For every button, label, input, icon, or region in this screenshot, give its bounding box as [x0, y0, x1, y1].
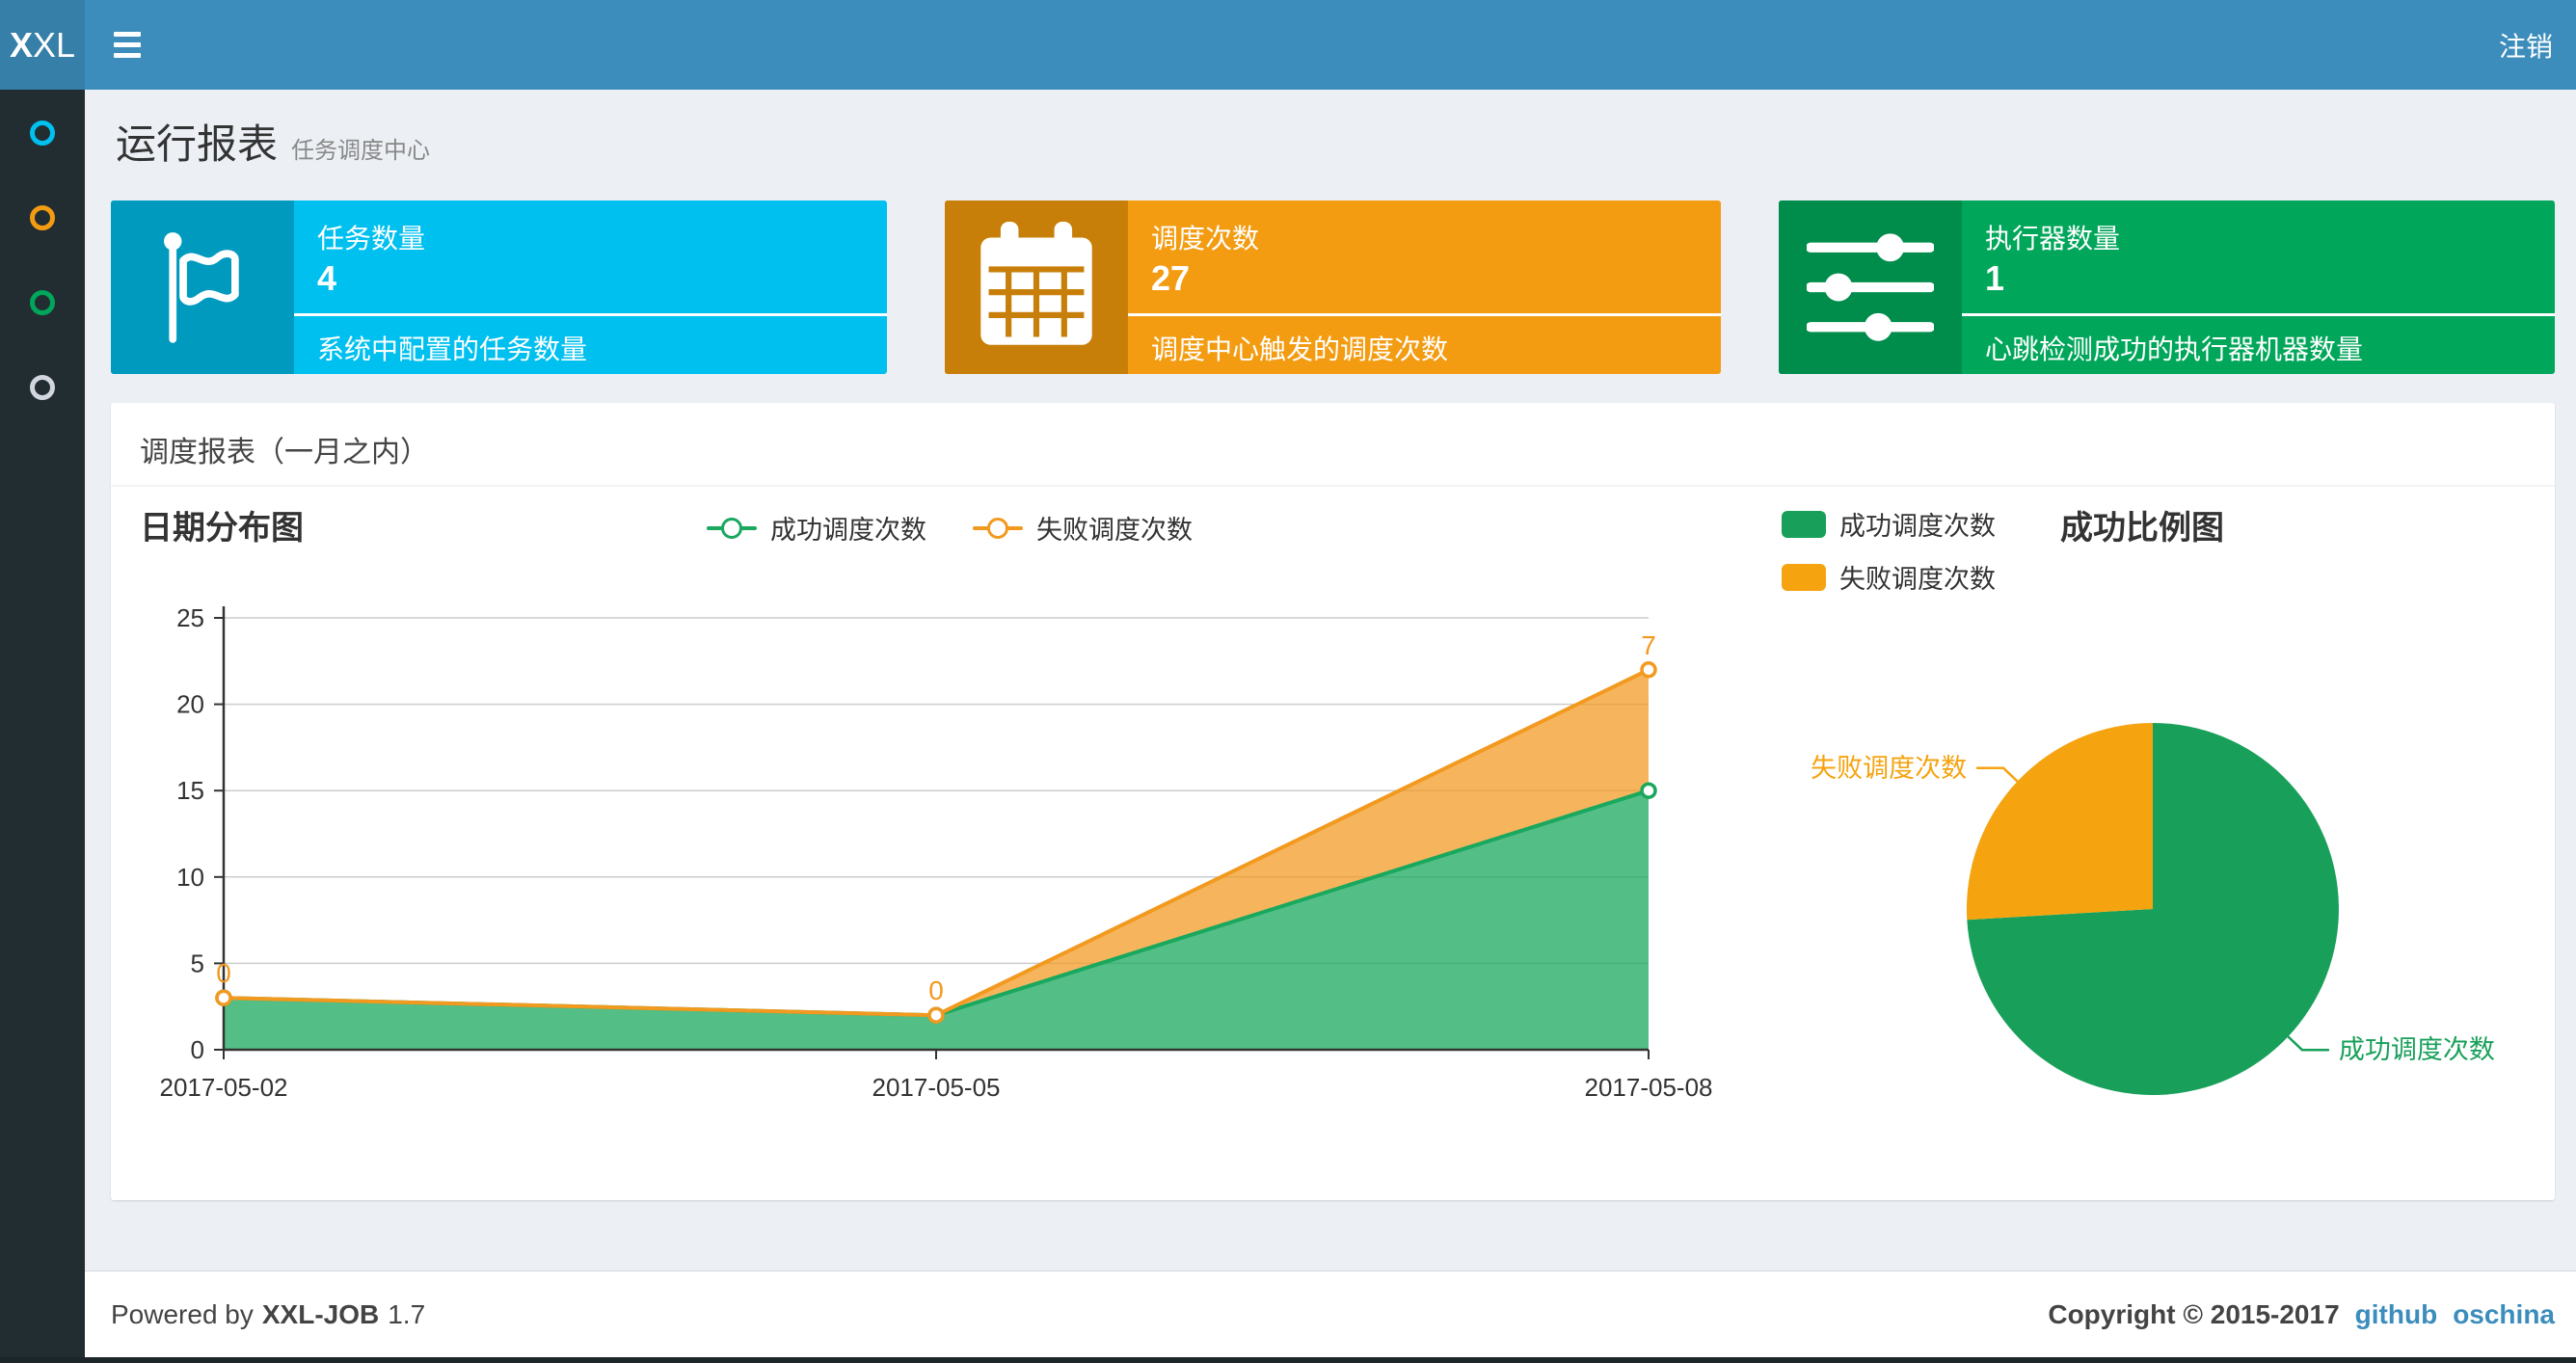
legend-label: 失败调度次数	[1036, 516, 1193, 545]
legend-label: 失败调度次数	[1839, 565, 1996, 594]
sidebar	[0, 90, 85, 1363]
version: 1.7	[388, 1298, 426, 1329]
svg-text:0: 0	[191, 1035, 204, 1064]
footer-copyright: Copyright © 2015-2017 github oschina	[2048, 1271, 2555, 1357]
divider	[1128, 313, 1721, 316]
divider	[1962, 313, 2555, 316]
logo-text: XL	[32, 24, 76, 65]
pie-series-swatch	[1782, 563, 1826, 591]
oschina-link[interactable]: oschina	[2453, 1299, 2555, 1330]
legend-item-success[interactable]: 成功调度次数	[707, 509, 926, 547]
info-box-value: 4	[317, 258, 337, 298]
line-chart-legend: 成功调度次数 失败调度次数	[707, 509, 1193, 547]
report-panel: 调度报表（一月之内） 日期分布图 成功调度次数 失败调度次数 0 5 10 15 20 2…	[111, 403, 2555, 1200]
svg-text:0: 0	[216, 958, 231, 988]
svg-text:2017-05-02: 2017-05-02	[160, 1073, 288, 1102]
svg-text:5: 5	[191, 949, 204, 977]
legend-label: 成功调度次数	[1839, 512, 1996, 541]
logout-link[interactable]: 注销	[2499, 0, 2553, 90]
legend-item-success[interactable]: 成功调度次数	[1782, 505, 1996, 543]
pie-chart-legend: 成功调度次数 失败调度次数	[1782, 505, 1996, 596]
svg-text:10: 10	[176, 863, 204, 892]
bottom-strip	[0, 1357, 2576, 1363]
svg-text:2017-05-08: 2017-05-08	[1585, 1073, 1713, 1102]
line-series-marker	[973, 517, 1023, 539]
calendar-icon	[945, 200, 1128, 374]
info-box-executors: 执行器数量 1 心跳检测成功的执行器机器数量	[1779, 200, 2555, 374]
logo-text-bold: X	[9, 24, 33, 65]
app: X XL 注销 运行报表 任务调度中心 任务数量 4 系统中配置的任务数量 调度…	[0, 0, 2576, 1363]
panel-title: 调度报表（一月之内）	[140, 437, 429, 468]
legend-item-fail[interactable]: 失败调度次数	[973, 509, 1193, 547]
github-link[interactable]: github	[2355, 1299, 2438, 1330]
info-box-content: 调度次数 27 调度中心触发的调度次数	[1128, 200, 1721, 374]
info-box-label: 调度次数	[1151, 224, 1260, 254]
footer-powered-by: Powered by XXL-JOB 1.7	[111, 1271, 425, 1357]
footer: Powered by XXL-JOB 1.7 Copyright © 2015-…	[85, 1270, 2576, 1357]
svg-text:20: 20	[176, 690, 204, 719]
menu-toggle-icon[interactable]	[96, 0, 158, 90]
info-box-triggers: 调度次数 27 调度中心触发的调度次数	[945, 200, 1721, 374]
copyright-text: Copyright © 2015-2017	[2048, 1298, 2340, 1329]
info-boxes-row: 任务数量 4 系统中配置的任务数量 调度次数 27 调度中心触发的调度次数 执行…	[111, 200, 2555, 374]
logo[interactable]: X XL	[0, 0, 85, 90]
navbar: X XL 注销	[0, 0, 2576, 90]
info-box-jobs: 任务数量 4 系统中配置的任务数量	[111, 200, 887, 374]
sidebar-item[interactable]	[23, 375, 62, 400]
info-box-description: 心跳检测成功的执行器机器数量	[1985, 334, 2364, 364]
circle-icon	[30, 375, 55, 400]
info-box-content: 执行器数量 1 心跳检测成功的执行器机器数量	[1962, 200, 2555, 374]
svg-text:0: 0	[928, 975, 944, 1005]
page-header: 运行报表 任务调度中心	[116, 112, 430, 171]
info-box-value: 1	[1985, 258, 2005, 298]
page-title: 运行报表	[116, 121, 279, 167]
info-box-value: 27	[1151, 258, 1191, 298]
circle-icon	[30, 120, 55, 146]
page-subtitle: 任务调度中心	[291, 138, 431, 164]
svg-text:2017-05-05: 2017-05-05	[872, 1073, 1001, 1102]
powered-prefix: Powered by	[111, 1298, 254, 1329]
brand-name: XXL-JOB	[261, 1298, 380, 1329]
circle-icon	[30, 290, 55, 315]
info-box-content: 任务数量 4 系统中配置的任务数量	[294, 200, 887, 374]
circle-icon	[30, 205, 55, 230]
pie-chart-title: 成功比例图	[2060, 510, 2224, 547]
line-chart-title: 日期分布图	[140, 510, 304, 547]
info-box-label: 任务数量	[317, 224, 426, 254]
sidebar-item[interactable]	[23, 205, 62, 230]
pie-series-swatch	[1782, 510, 1826, 538]
divider	[111, 485, 2555, 487]
divider	[294, 313, 887, 316]
sliders-icon	[1779, 200, 1962, 374]
legend-label: 成功调度次数	[770, 516, 926, 545]
flag-icon	[111, 200, 294, 374]
svg-text:7: 7	[1641, 630, 1656, 660]
line-series-marker	[707, 517, 757, 539]
sidebar-item[interactable]	[23, 290, 62, 315]
svg-text:25: 25	[176, 603, 204, 632]
pie-chart: 成功调度次数 失败调度次数	[1811, 723, 2495, 1095]
info-box-label: 执行器数量	[1985, 224, 2121, 254]
legend-item-fail[interactable]: 失败调度次数	[1782, 558, 1996, 596]
info-box-description: 系统中配置的任务数量	[317, 334, 588, 364]
sidebar-item[interactable]	[23, 120, 62, 146]
svg-text:失败调度次数: 失败调度次数	[1811, 754, 1967, 783]
info-box-description: 调度中心触发的调度次数	[1151, 334, 1449, 364]
line-chart: 05101520252017-05-02 2017-05-05 2017-05-08…	[160, 603, 1713, 1102]
svg-text:15: 15	[176, 776, 204, 805]
svg-text:成功调度次数: 成功调度次数	[2339, 1035, 2495, 1064]
